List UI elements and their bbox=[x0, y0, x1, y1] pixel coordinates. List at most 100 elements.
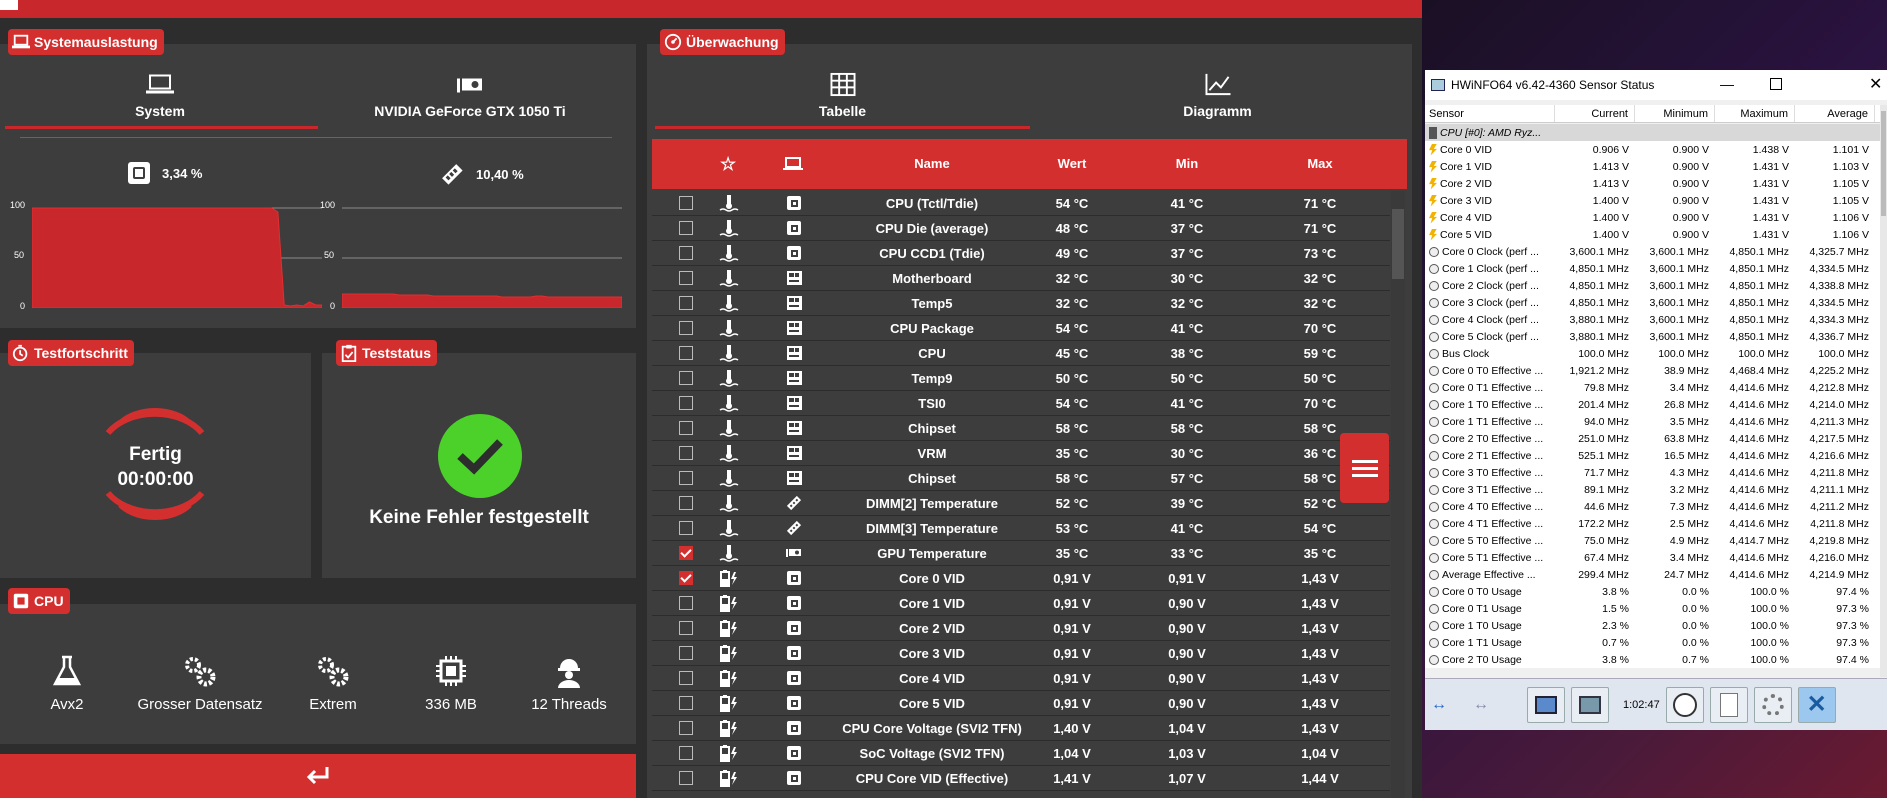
sensor-checkbox[interactable] bbox=[679, 771, 693, 785]
hwinfo-row[interactable]: Core 5 Clock (perf ... 3,880.1 MHz 3,600.1… bbox=[1425, 328, 1880, 345]
sensor-row[interactable]: VRM 35 °C 30 °C 36 °C bbox=[652, 441, 1390, 466]
add-report-button[interactable] bbox=[1709, 686, 1748, 723]
sensor-row[interactable]: Core 4 VID 0,91 V 0,90 V 1,43 V bbox=[652, 666, 1390, 691]
hwinfo-row[interactable]: Core 2 T0 Usage 3.8 % 0.7 % 100.0 % 97.4 % bbox=[1425, 651, 1880, 668]
hwinfo-row[interactable]: Core 4 Clock (perf ... 3,880.1 MHz 3,600.1… bbox=[1425, 311, 1880, 328]
sensor-row[interactable]: Chipset 58 °C 58 °C 58 °C bbox=[652, 416, 1390, 441]
sensor-row[interactable]: Core 1 VID 0,91 V 0,90 V 1,43 V bbox=[652, 591, 1390, 616]
hwinfo-group-row[interactable]: CPU [#0]: AMD Ryz... bbox=[1425, 124, 1880, 141]
hwinfo-row[interactable]: Core 3 T0 Effective ... 71.7 MHz 4.3 MHz 4,… bbox=[1425, 464, 1880, 481]
clock-button[interactable] bbox=[1665, 686, 1704, 723]
hwinfo-row[interactable]: Core 0 T0 Usage 3.8 % 0.0 % 100.0 % 97.4 % bbox=[1425, 583, 1880, 600]
col-value-header[interactable]: Wert bbox=[1022, 156, 1122, 171]
hwinfo-row[interactable]: Core 0 VID 0.906 V 0.900 V 1.438 V 1.101 V bbox=[1425, 141, 1880, 158]
close-hwinfo-button[interactable]: ✕ bbox=[1797, 686, 1836, 723]
laptop-icon[interactable] bbox=[783, 156, 803, 172]
hwinfo-row[interactable]: Core 1 T0 Usage 2.3 % 0.0 % 100.0 % 97.3 % bbox=[1425, 617, 1880, 634]
monitor-settings-button[interactable] bbox=[1527, 686, 1565, 723]
sensor-checkbox[interactable] bbox=[679, 246, 693, 260]
sensor-row[interactable]: DIMM[3] Temperature 53 °C 41 °C 54 °C bbox=[652, 516, 1390, 541]
col-min-header[interactable]: Min bbox=[1137, 156, 1237, 171]
sensor-checkbox[interactable] bbox=[679, 521, 693, 535]
hwinfo-row[interactable]: Core 1 T1 Effective ... 94.0 MHz 3.5 MHz 4,… bbox=[1425, 413, 1880, 430]
col-name-header[interactable]: Name bbox=[832, 156, 1032, 171]
sensor-row[interactable]: Chipset 58 °C 57 °C 58 °C bbox=[652, 466, 1390, 491]
hwinfo-col-sensor[interactable]: Sensor bbox=[1425, 105, 1555, 122]
star-icon[interactable]: ☆ bbox=[720, 154, 736, 175]
sensor-checkbox[interactable] bbox=[679, 621, 693, 635]
sensor-checkbox[interactable] bbox=[679, 596, 693, 610]
sensor-checkbox[interactable] bbox=[679, 221, 693, 235]
hwinfo-col-minimum[interactable]: Minimum bbox=[1635, 105, 1715, 122]
hwinfo-row[interactable]: Core 1 T0 Effective ... 201.4 MHz 26.8 MHz… bbox=[1425, 396, 1880, 413]
sensor-checkbox[interactable] bbox=[679, 396, 693, 410]
hwinfo-row[interactable]: Core 0 T1 Effective ... 79.8 MHz 3.4 MHz 4,… bbox=[1425, 379, 1880, 396]
sensor-checkbox[interactable] bbox=[679, 696, 693, 710]
sensor-row[interactable]: Core 2 VID 0,91 V 0,90 V 1,43 V bbox=[652, 616, 1390, 641]
start-button[interactable] bbox=[0, 754, 636, 798]
network-button[interactable] bbox=[1571, 686, 1609, 723]
sensor-checkbox[interactable] bbox=[679, 571, 693, 585]
hwinfo-row[interactable]: Core 1 Clock (perf ... 4,850.1 MHz 3,600.1… bbox=[1425, 260, 1880, 277]
hwinfo-row[interactable]: Core 1 VID 1.413 V 0.900 V 1.431 V 1.103 V bbox=[1425, 158, 1880, 175]
col-max-header[interactable]: Max bbox=[1270, 156, 1370, 171]
sensor-checkbox[interactable] bbox=[679, 671, 693, 685]
sensor-checkbox[interactable] bbox=[679, 496, 693, 510]
hwinfo-row[interactable]: Core 0 T1 Usage 1.5 % 0.0 % 100.0 % 97.3 % bbox=[1425, 600, 1880, 617]
nav-arrows-icon[interactable]: ↔ bbox=[1431, 695, 1465, 715]
sensor-checkbox[interactable] bbox=[679, 421, 693, 435]
hwinfo-row[interactable]: Core 5 T1 Effective ... 67.4 MHz 3.4 MHz 4,… bbox=[1425, 549, 1880, 566]
hwinfo-row[interactable]: Core 5 T0 Effective ... 75.0 MHz 4.9 MHz 4,… bbox=[1425, 532, 1880, 549]
hwinfo-row[interactable]: Core 4 VID 1.400 V 0.900 V 1.431 V 1.106 V bbox=[1425, 209, 1880, 226]
hwinfo-row[interactable]: Core 2 VID 1.413 V 0.900 V 1.431 V 1.105 V bbox=[1425, 175, 1880, 192]
sensor-row[interactable]: CPU Core Voltage (SVI2 TFN) 1,40 V 1,04 V 1… bbox=[652, 716, 1390, 741]
sensor-checkbox[interactable] bbox=[679, 546, 693, 560]
sensor-checkbox[interactable] bbox=[679, 321, 693, 335]
sensor-row[interactable]: CPU 45 °C 38 °C 59 °C bbox=[652, 341, 1390, 366]
sensor-row[interactable]: CPU (Tctl/Tdie) 54 °C 41 °C 71 °C bbox=[652, 191, 1390, 216]
hwinfo-row[interactable]: Average Effective ... 299.4 MHz 24.7 MHz 4,… bbox=[1425, 566, 1880, 583]
tab-table[interactable]: Tabelle bbox=[655, 72, 1030, 124]
sensor-checkbox[interactable] bbox=[679, 471, 693, 485]
hwinfo-scrollbar[interactable] bbox=[1880, 105, 1887, 677]
sensor-checkbox[interactable] bbox=[679, 646, 693, 660]
hwinfo-col-current[interactable]: Current bbox=[1555, 105, 1635, 122]
sensor-row[interactable]: Motherboard 32 °C 30 °C 32 °C bbox=[652, 266, 1390, 291]
hwinfo-row[interactable]: Core 2 T0 Effective ... 251.0 MHz 63.8 MHz… bbox=[1425, 430, 1880, 447]
sensor-row[interactable]: SoC Voltage (SVI2 TFN) 1,04 V 1,03 V 1,04 V bbox=[652, 741, 1390, 766]
hwinfo-row[interactable]: Core 4 T1 Effective ... 172.2 MHz 2.5 MHz 4… bbox=[1425, 515, 1880, 532]
tab-gpu[interactable]: NVIDIA GeForce GTX 1050 Ti bbox=[315, 72, 625, 124]
sensor-checkbox[interactable] bbox=[679, 446, 693, 460]
sensor-checkbox[interactable] bbox=[679, 746, 693, 760]
nav-arrows-2-icon[interactable]: ↔ bbox=[1473, 695, 1507, 715]
menu-button[interactable] bbox=[1340, 433, 1389, 503]
sensor-row[interactable]: Core 3 VID 0,91 V 0,90 V 1,43 V bbox=[652, 641, 1390, 666]
sensor-checkbox[interactable] bbox=[679, 346, 693, 360]
sensor-checkbox[interactable] bbox=[679, 271, 693, 285]
sensor-row[interactable]: DIMM[2] Temperature 52 °C 39 °C 52 °C bbox=[652, 491, 1390, 516]
hwinfo-row[interactable]: Core 0 Clock (perf ... 3,600.1 MHz 3,600.1… bbox=[1425, 243, 1880, 260]
hwinfo-row[interactable]: Core 3 Clock (perf ... 4,850.1 MHz 3,600.1… bbox=[1425, 294, 1880, 311]
minimize-button[interactable]: — bbox=[1720, 76, 1734, 92]
hwinfo-row[interactable]: Core 1 T1 Usage 0.7 % 0.0 % 100.0 % 97.3 % bbox=[1425, 634, 1880, 651]
table-scrollbar[interactable] bbox=[1391, 191, 1405, 798]
hwinfo-row[interactable]: Core 2 T1 Effective ... 525.1 MHz 16.5 MHz… bbox=[1425, 447, 1880, 464]
scrollbar-thumb[interactable] bbox=[1392, 209, 1404, 279]
sensor-row[interactable]: CPU Package 54 °C 41 °C 70 °C bbox=[652, 316, 1390, 341]
sensor-row[interactable]: Temp5 32 °C 32 °C 32 °C bbox=[652, 291, 1390, 316]
hwinfo-row[interactable]: Core 3 T1 Effective ... 89.1 MHz 3.2 MHz 4,… bbox=[1425, 481, 1880, 498]
maximize-button[interactable] bbox=[1770, 78, 1782, 90]
tab-system[interactable]: System bbox=[5, 72, 315, 124]
hwinfo-col-maximum[interactable]: Maximum bbox=[1715, 105, 1795, 122]
sensor-checkbox[interactable] bbox=[679, 721, 693, 735]
sensor-row[interactable]: Core 0 VID 0,91 V 0,91 V 1,43 V bbox=[652, 566, 1390, 591]
tab-diagram[interactable]: Diagramm bbox=[1030, 72, 1405, 124]
sensor-checkbox[interactable] bbox=[679, 196, 693, 210]
settings-button[interactable] bbox=[1753, 686, 1792, 723]
sensor-row[interactable]: CPU CCD1 (Tdie) 49 °C 37 °C 73 °C bbox=[652, 241, 1390, 266]
hwinfo-row[interactable]: Core 4 T0 Effective ... 44.6 MHz 7.3 MHz 4,… bbox=[1425, 498, 1880, 515]
hwinfo-row[interactable]: Core 3 VID 1.400 V 0.900 V 1.431 V 1.105 V bbox=[1425, 192, 1880, 209]
hwinfo-row[interactable]: Core 0 T0 Effective ... 1,921.2 MHz 38.9 M… bbox=[1425, 362, 1880, 379]
hwinfo-row[interactable]: Core 5 VID 1.400 V 0.900 V 1.431 V 1.106 V bbox=[1425, 226, 1880, 243]
hwinfo-col-average[interactable]: Average bbox=[1795, 105, 1875, 122]
